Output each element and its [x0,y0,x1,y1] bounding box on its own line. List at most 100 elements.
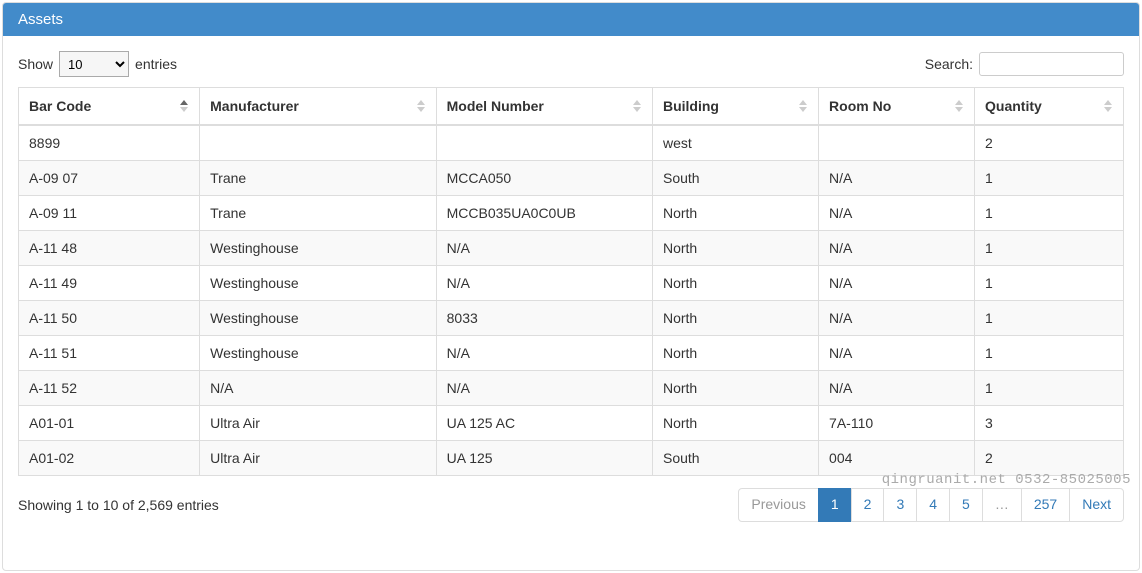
datatable-topbar: Show 10 entries Search: [18,51,1124,77]
cell-quantity: 2 [975,441,1124,476]
table-row: A01-02Ultra AirUA 125South0042 [19,441,1124,476]
table-info: Showing 1 to 10 of 2,569 entries [18,497,219,513]
cell-room: N/A [819,301,975,336]
cell-manufacturer: Trane [200,196,436,231]
cell-barcode: A-11 51 [19,336,200,371]
cell-barcode: A-11 52 [19,371,200,406]
column-header-quantity[interactable]: Quantity [975,88,1124,126]
table-row: A-11 51WestinghouseN/ANorthN/A1 [19,336,1124,371]
column-label: Manufacturer [210,98,299,114]
pager-ellipsis: … [982,488,1022,522]
search-control: Search: [925,52,1124,76]
cell-building: North [652,371,818,406]
cell-quantity: 1 [975,371,1124,406]
column-label: Model Number [447,98,544,114]
cell-barcode: A01-01 [19,406,200,441]
column-header-manufacturer[interactable]: Manufacturer [200,88,436,126]
table-body: 8899west2A-09 07TraneMCCA050SouthN/A1A-0… [19,125,1124,476]
cell-model: MCCB035UA0C0UB [436,196,652,231]
pager-next[interactable]: Next [1069,488,1124,522]
cell-manufacturer: Westinghouse [200,266,436,301]
assets-panel: Assets Show 10 entries Search: Bar Code M… [2,2,1140,571]
table-row: 8899 west 2 [19,125,1124,161]
cell-model: N/A [436,266,652,301]
cell-manufacturer: Westinghouse [200,336,436,371]
pagination: Previous12345…257Next [738,488,1124,522]
cell-barcode: 8899 [19,125,200,161]
table-header-row: Bar Code Manufacturer Model Number Building… [19,88,1124,126]
column-header-room-no[interactable]: Room No [819,88,975,126]
column-header-building[interactable]: Building [652,88,818,126]
cell-manufacturer: Westinghouse [200,231,436,266]
pager-page-2[interactable]: 2 [851,488,885,522]
cell-manufacturer: Ultra Air [200,441,436,476]
cell-building: South [652,161,818,196]
length-select[interactable]: 10 [59,51,129,77]
cell-building: North [652,406,818,441]
cell-model: MCCA050 [436,161,652,196]
cell-quantity: 1 [975,231,1124,266]
pager-page-5[interactable]: 5 [949,488,983,522]
sort-both-icon [630,97,644,115]
cell-model [436,125,652,161]
search-label: Search: [925,56,973,72]
cell-room: N/A [819,231,975,266]
cell-building: west [652,125,818,161]
cell-manufacturer: Trane [200,161,436,196]
cell-quantity: 3 [975,406,1124,441]
panel-title: Assets [18,11,63,28]
cell-room: 7A-110 [819,406,975,441]
cell-barcode: A01-02 [19,441,200,476]
table-row: A-11 50Westinghouse8033NorthN/A1 [19,301,1124,336]
cell-model: N/A [436,371,652,406]
datatable-bottombar: Showing 1 to 10 of 2,569 entries Previou… [18,488,1124,522]
cell-manufacturer: Ultra Air [200,406,436,441]
cell-room: N/A [819,336,975,371]
cell-building: North [652,266,818,301]
pager-page-4[interactable]: 4 [916,488,950,522]
cell-quantity: 1 [975,161,1124,196]
cell-model: N/A [436,336,652,371]
cell-building: North [652,196,818,231]
cell-building: North [652,231,818,266]
cell-barcode: A-09 07 [19,161,200,196]
pager-page-3[interactable]: 3 [883,488,917,522]
cell-building: North [652,336,818,371]
cell-quantity: 1 [975,336,1124,371]
panel-heading: Assets [3,3,1139,36]
cell-model: UA 125 [436,441,652,476]
search-input[interactable] [979,52,1124,76]
cell-room: N/A [819,266,975,301]
table-row: A-09 11TraneMCCB035UA0C0UBNorthN/A1 [19,196,1124,231]
pager-page-1[interactable]: 1 [818,488,852,522]
length-control: Show 10 entries [18,51,177,77]
cell-quantity: 1 [975,196,1124,231]
cell-model: 8033 [436,301,652,336]
pager-page-257[interactable]: 257 [1021,488,1070,522]
cell-model: N/A [436,231,652,266]
length-prefix: Show [18,56,53,72]
table-row: A01-01Ultra AirUA 125 ACNorth7A-1103 [19,406,1124,441]
panel-body: Show 10 entries Search: Bar Code Manufact… [3,36,1139,532]
cell-room: N/A [819,371,975,406]
cell-room: N/A [819,196,975,231]
sort-both-icon [414,97,428,115]
table-row: A-11 49WestinghouseN/ANorthN/A1 [19,266,1124,301]
sort-both-icon [796,97,810,115]
column-header-bar-code[interactable]: Bar Code [19,88,200,126]
cell-building: South [652,441,818,476]
cell-room [819,125,975,161]
cell-quantity: 1 [975,266,1124,301]
cell-manufacturer: N/A [200,371,436,406]
cell-model: UA 125 AC [436,406,652,441]
column-label: Bar Code [29,98,91,114]
assets-table: Bar Code Manufacturer Model Number Building… [18,87,1124,476]
cell-room: N/A [819,161,975,196]
pager-previous: Previous [738,488,818,522]
column-header-model-number[interactable]: Model Number [436,88,652,126]
sort-asc-icon [177,97,191,115]
cell-barcode: A-09 11 [19,196,200,231]
column-label: Room No [829,98,891,114]
cell-quantity: 2 [975,125,1124,161]
cell-building: North [652,301,818,336]
